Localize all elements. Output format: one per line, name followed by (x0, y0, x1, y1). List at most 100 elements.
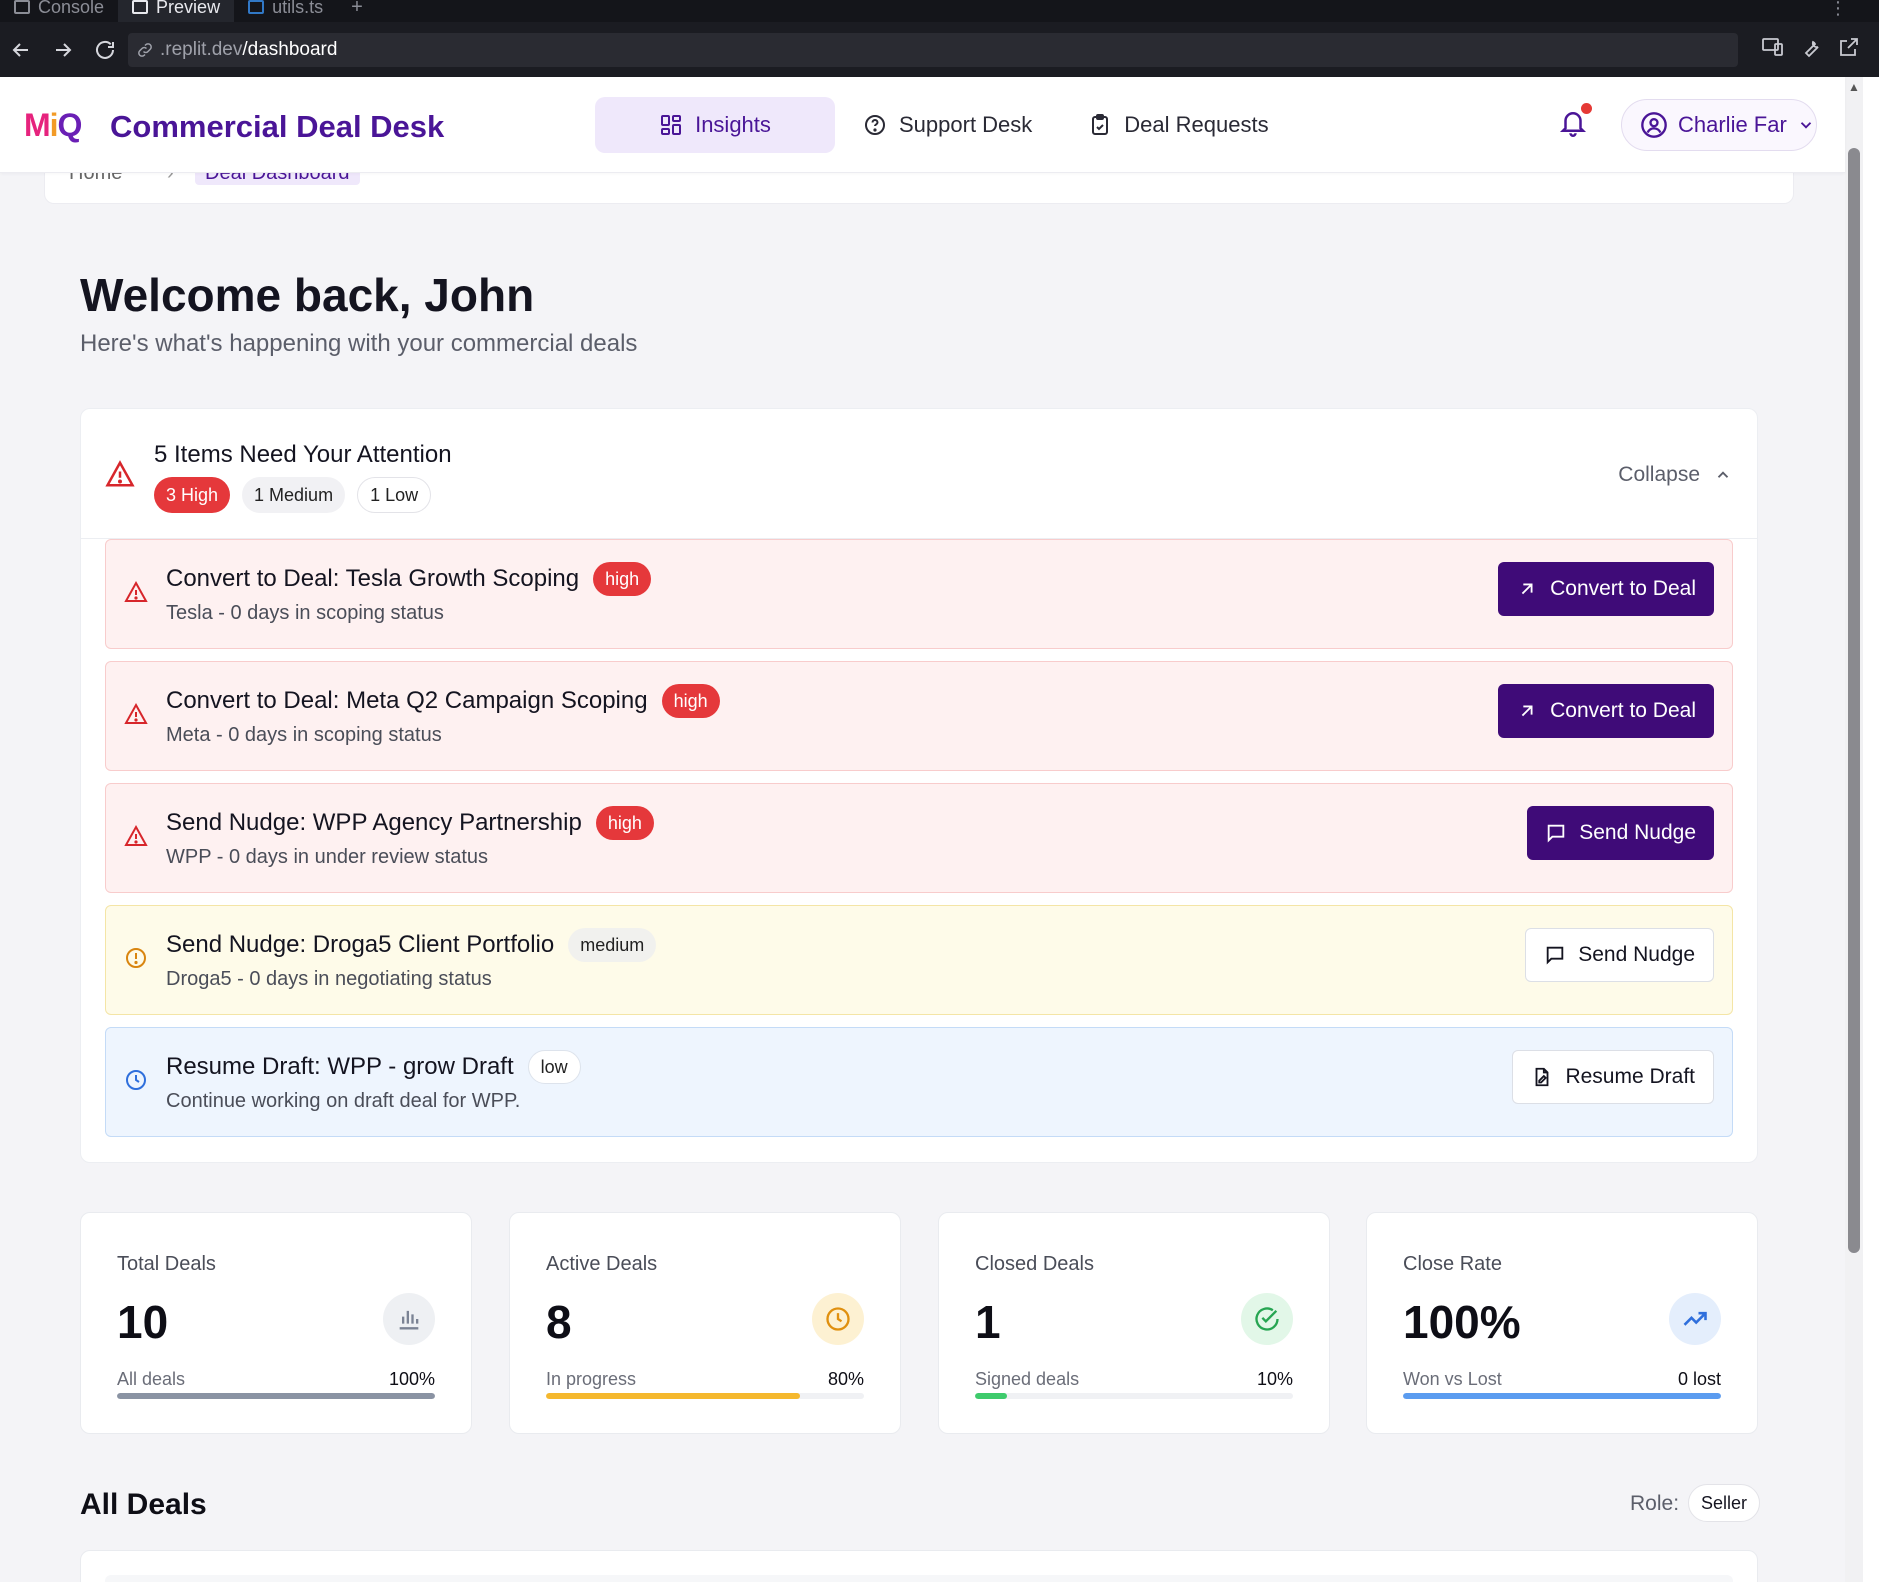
url-path: /dashboard (242, 39, 338, 60)
wrench-icon[interactable] (1799, 35, 1823, 59)
progress-track (546, 1393, 864, 1399)
resume-draft-button[interactable]: Resume Draft (1512, 1050, 1714, 1104)
new-tab-button[interactable]: + (337, 0, 377, 19)
check-circle-icon (1255, 1307, 1279, 1331)
item-title: Resume Draft: WPP - grow Draft (166, 1053, 514, 1080)
arrow-up-right-icon (1521, 705, 1533, 717)
browser-url-bar: .replit.dev/dashboard (0, 22, 1879, 77)
more-options-icon[interactable]: ⋮ (1829, 0, 1847, 19)
page-title: Welcome back, John (80, 269, 535, 321)
stat-card-closed-deals: Closed Deals 1 Signed deals 10% (938, 1212, 1330, 1434)
nav-deal-requests[interactable]: Deal Requests (1060, 97, 1296, 153)
attention-item: Convert to Deal: Tesla Growth Scoping hig… (105, 539, 1733, 649)
scroll-up-arrow[interactable]: ▲ (1845, 80, 1863, 96)
scrollbar-thumb[interactable] (1848, 148, 1860, 1253)
tab-preview[interactable]: Preview (118, 0, 235, 22)
link-icon (138, 43, 152, 57)
clipboard-icon (1092, 114, 1109, 135)
progress-track (117, 1393, 435, 1399)
item-description: Continue working on draft deal for WPP. (166, 1090, 521, 1112)
send-nudge-button[interactable]: Send Nudge (1527, 806, 1714, 860)
stat-icon-circle (383, 1293, 435, 1345)
notification-dot (1581, 103, 1592, 114)
medium-count-pill: 1 Medium (242, 477, 346, 513)
arrow-left-icon (12, 42, 28, 57)
item-title: Convert to Deal: Tesla Growth Scoping (166, 565, 580, 592)
attention-header: 5 Items Need Your Attention 3 High 1 Med… (81, 409, 1757, 539)
page-subtitle: Here's what's happening with your commer… (80, 330, 638, 357)
progress-fill (546, 1393, 801, 1399)
miq-logo[interactable]: MiQ (24, 107, 82, 144)
all-deals-title: All Deals (80, 1488, 207, 1521)
stat-icon-circle (812, 1293, 864, 1345)
main-nav: Insights Support Desk Deal Requests (595, 97, 1297, 153)
item-description: Tesla - 0 days in scoping status (166, 602, 444, 624)
devices-icon[interactable] (1761, 35, 1785, 59)
trending-up-icon (1683, 1311, 1707, 1326)
role-label: Role: (1630, 1492, 1680, 1515)
priority-badge: medium (568, 928, 657, 962)
attention-item: Send Nudge: WPP Agency Partnership high W… (105, 783, 1733, 893)
role-badge[interactable]: Seller (1688, 1484, 1761, 1522)
url-domain: .replit.dev (160, 39, 243, 60)
convert-to-deal-button[interactable]: Convert to Deal (1498, 684, 1714, 738)
stat-label: Closed Deals (975, 1253, 1094, 1275)
user-menu-button[interactable]: Charlie Far (1621, 99, 1817, 151)
convert-to-deal-button[interactable]: Convert to Deal (1498, 562, 1714, 616)
stat-sublabel: Signed deals (975, 1369, 1080, 1389)
stat-label: Total Deals (117, 1253, 216, 1275)
clock-icon (826, 1307, 850, 1331)
high-count-pill: 3 High (154, 477, 231, 513)
user-circle-icon (1641, 112, 1667, 138)
progress-fill (975, 1393, 1007, 1399)
stat-sublabel: All deals (117, 1369, 186, 1389)
priority-badge: low (527, 1050, 581, 1084)
alert-triangle-icon (124, 580, 148, 602)
stat-label: Active Deals (546, 1253, 658, 1275)
grid-icon (661, 115, 682, 135)
chevron-down-icon (1800, 122, 1811, 129)
attention-item: Send Nudge: Droga5 Client Portfolio mediu… (105, 905, 1733, 1015)
low-count-pill: 1 Low (357, 477, 432, 513)
notifications-button[interactable] (1558, 103, 1592, 139)
collapse-button[interactable]: Collapse (1618, 463, 1732, 487)
alert-triangle-icon (124, 702, 148, 724)
nav-insights[interactable]: Insights (595, 97, 835, 153)
item-description: Droga5 - 0 days in negotiating status (166, 968, 492, 990)
back-button[interactable] (0, 29, 42, 71)
priority-badge: high (661, 684, 720, 718)
item-description: WPP - 0 days in under review status (166, 846, 488, 868)
alert-circle-icon (126, 948, 146, 968)
stat-sublabel: Won vs Lost (1403, 1369, 1502, 1389)
progress-track (975, 1393, 1293, 1399)
nav-support-desk[interactable]: Support Desk (835, 97, 1060, 153)
stat-percent: 80% (827, 1369, 864, 1389)
tab-utils[interactable]: utils.ts (234, 0, 337, 22)
browser-tab-bar: Console Preview utils.ts + ⋮ (0, 0, 1879, 22)
forward-button[interactable] (42, 29, 84, 71)
address-bar[interactable]: .replit.dev/dashboard (128, 33, 1738, 67)
stat-percent: 0 lost (1677, 1369, 1721, 1389)
item-description: Meta - 0 days in scoping status (166, 724, 442, 746)
app-title: Commercial Deal Desk (110, 109, 445, 144)
alert-triangle-icon (105, 460, 135, 487)
app-header: MiQ Commercial Deal Desk Insights Suppor… (0, 77, 1845, 173)
progress-fill (117, 1393, 435, 1399)
reload-button[interactable] (84, 29, 126, 71)
priority-badge: high (595, 806, 654, 840)
browser-tools (1761, 35, 1861, 59)
deals-table-header (105, 1575, 1733, 1582)
tab-console[interactable]: Console (0, 0, 118, 22)
attention-item: Convert to Deal: Meta Q2 Campaign Scopin… (105, 661, 1733, 771)
stat-label: Close Rate (1403, 1253, 1502, 1275)
terminal-icon (14, 0, 30, 14)
stat-percent: 100% (388, 1369, 435, 1389)
arrow-right-icon (56, 42, 72, 57)
stat-value: 100% (1403, 1296, 1521, 1348)
stat-icon-circle (1669, 1293, 1721, 1345)
send-nudge-button[interactable]: Send Nudge (1525, 928, 1714, 982)
external-link-icon[interactable] (1837, 35, 1861, 59)
help-circle-icon (865, 115, 885, 135)
stat-value: 1 (975, 1296, 1001, 1348)
chevron-up-icon (1717, 471, 1729, 478)
